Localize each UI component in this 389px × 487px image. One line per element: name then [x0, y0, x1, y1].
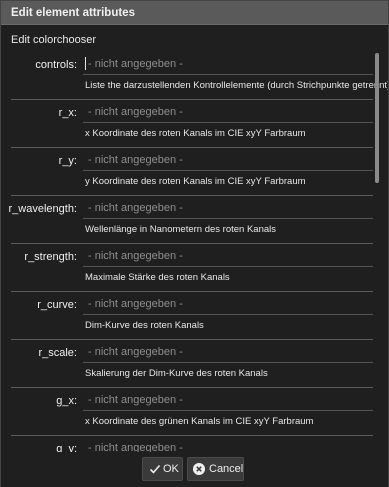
row-divider	[11, 291, 373, 292]
field-label: g_x:	[56, 395, 77, 407]
input-placeholder: - nicht angegeben -	[88, 298, 183, 310]
field-label: g_y:	[56, 443, 77, 452]
r-curve-input[interactable]: - nicht angegeben -	[83, 293, 373, 315]
cancel-circle-icon	[193, 463, 205, 475]
field-label: r_strength:	[24, 251, 77, 263]
r-strength-input[interactable]: - nicht angegeben -	[83, 245, 373, 267]
field-description: x Koordinate des grünen Kanals im CIE xy…	[83, 412, 373, 432]
row-divider	[11, 387, 373, 388]
dialog-titlebar[interactable]: Edit element attributes	[1, 1, 388, 25]
input-placeholder: - nicht angegeben -	[88, 394, 183, 406]
input-placeholder: - nicht angegeben -	[88, 154, 183, 166]
text-cursor	[85, 57, 86, 70]
r-y-input[interactable]: - nicht angegeben -	[83, 149, 373, 171]
r-x-input[interactable]: - nicht angegeben -	[83, 101, 373, 123]
g-y-input[interactable]: - nicht angegeben -	[83, 437, 373, 452]
field-description: x Koordinate des roten Kanals im CIE xyY…	[83, 124, 373, 144]
field-row-r-scale: r_scale: - nicht angegeben - Skalierung …	[1, 341, 373, 390]
field-description-text: Maximale Stärke des roten Kanals	[85, 272, 230, 283]
field-label: r_y:	[58, 155, 77, 167]
field-description-text: Wellenlänge in Nanometern des roten Kana…	[85, 224, 276, 235]
field-description-text: y Koordinate des roten Kanals im CIE xyY…	[85, 176, 306, 187]
field-label: r_x:	[58, 107, 77, 119]
field-row-g-x: g_x: - nicht angegeben - x Koordinate de…	[1, 389, 373, 438]
field-description: Skalierung der Dim-Kurve des roten Kanal…	[83, 364, 373, 384]
controls-input[interactable]: - nicht angegeben -	[83, 53, 373, 75]
field-description-text: x Koordinate des roten Kanals im CIE xyY…	[85, 128, 306, 139]
field-description-text: Skalierung der Dim-Kurve des roten Kanal…	[85, 368, 268, 379]
edit-attributes-dialog: Edit element attributes Edit colorchoose…	[0, 0, 389, 487]
input-placeholder: - nicht angegeben -	[88, 58, 183, 70]
field-description-text: Dim-Kurve des roten Kanals	[85, 320, 204, 331]
input-placeholder: - nicht angegeben -	[88, 250, 183, 262]
field-label: r_scale:	[38, 347, 77, 359]
cancel-button[interactable]: Cancel	[187, 457, 244, 481]
field-row-r-x: r_x: - nicht angegeben - x Koordinate de…	[1, 101, 373, 150]
field-label: controls:	[35, 59, 77, 71]
dialog-footer: OK Cancel	[1, 452, 388, 487]
field-row-r-curve: r_curve: - nicht angegeben - Dim-Kurve d…	[1, 293, 373, 342]
field-description: Liste the darzustellenden Kontrollelemen…	[83, 76, 388, 96]
field-description-text: Liste the darzustellenden Kontrollelemen…	[85, 80, 388, 91]
g-x-input[interactable]: - nicht angegeben -	[83, 389, 373, 411]
input-placeholder: - nicht angegeben -	[88, 442, 183, 452]
field-description: Dim-Kurve des roten Kanals	[83, 316, 373, 336]
field-row-r-strength: r_strength: - nicht angegeben - Maximale…	[1, 245, 373, 294]
field-description: Wellenlänge in Nanometern des roten Kana…	[83, 220, 373, 240]
attributes-scroll-area[interactable]: controls: - nicht angegeben - Liste the …	[1, 48, 388, 452]
r-scale-input[interactable]: - nicht angegeben -	[83, 341, 373, 363]
field-row-controls: controls: - nicht angegeben - Liste the …	[1, 53, 388, 102]
field-label: r_curve:	[37, 299, 77, 311]
field-row-r-wavelength: r_wavelength: - nicht angegeben - Wellen…	[1, 197, 373, 246]
row-divider	[11, 147, 373, 148]
field-row-g-y: g_y: - nicht angegeben -	[1, 437, 373, 452]
input-placeholder: - nicht angegeben -	[88, 202, 183, 214]
dialog-title: Edit element attributes	[11, 7, 135, 19]
vertical-scrollbar-thumb[interactable]	[375, 53, 379, 183]
row-divider	[11, 435, 373, 436]
cancel-button-label: Cancel	[209, 463, 244, 475]
checkmark-icon	[149, 464, 161, 474]
row-divider	[11, 99, 373, 100]
input-placeholder: - nicht angegeben -	[88, 106, 183, 118]
ok-button-label: OK	[163, 463, 179, 475]
field-description-text: x Koordinate des grünen Kanals im CIE xy…	[85, 416, 314, 427]
field-label: r_wavelength:	[8, 203, 78, 215]
field-description: y Koordinate des roten Kanals im CIE xyY…	[83, 172, 373, 192]
row-divider	[11, 195, 373, 196]
row-divider	[11, 243, 373, 244]
row-divider	[11, 339, 373, 340]
field-description: Maximale Stärke des roten Kanals	[83, 268, 373, 288]
dialog-subtitle: Edit colorchooser	[11, 34, 96, 46]
field-row-r-y: r_y: - nicht angegeben - y Koordinate de…	[1, 149, 373, 198]
ok-button[interactable]: OK	[142, 457, 183, 481]
r-wavelength-input[interactable]: - nicht angegeben -	[83, 197, 373, 219]
input-placeholder: - nicht angegeben -	[88, 346, 183, 358]
